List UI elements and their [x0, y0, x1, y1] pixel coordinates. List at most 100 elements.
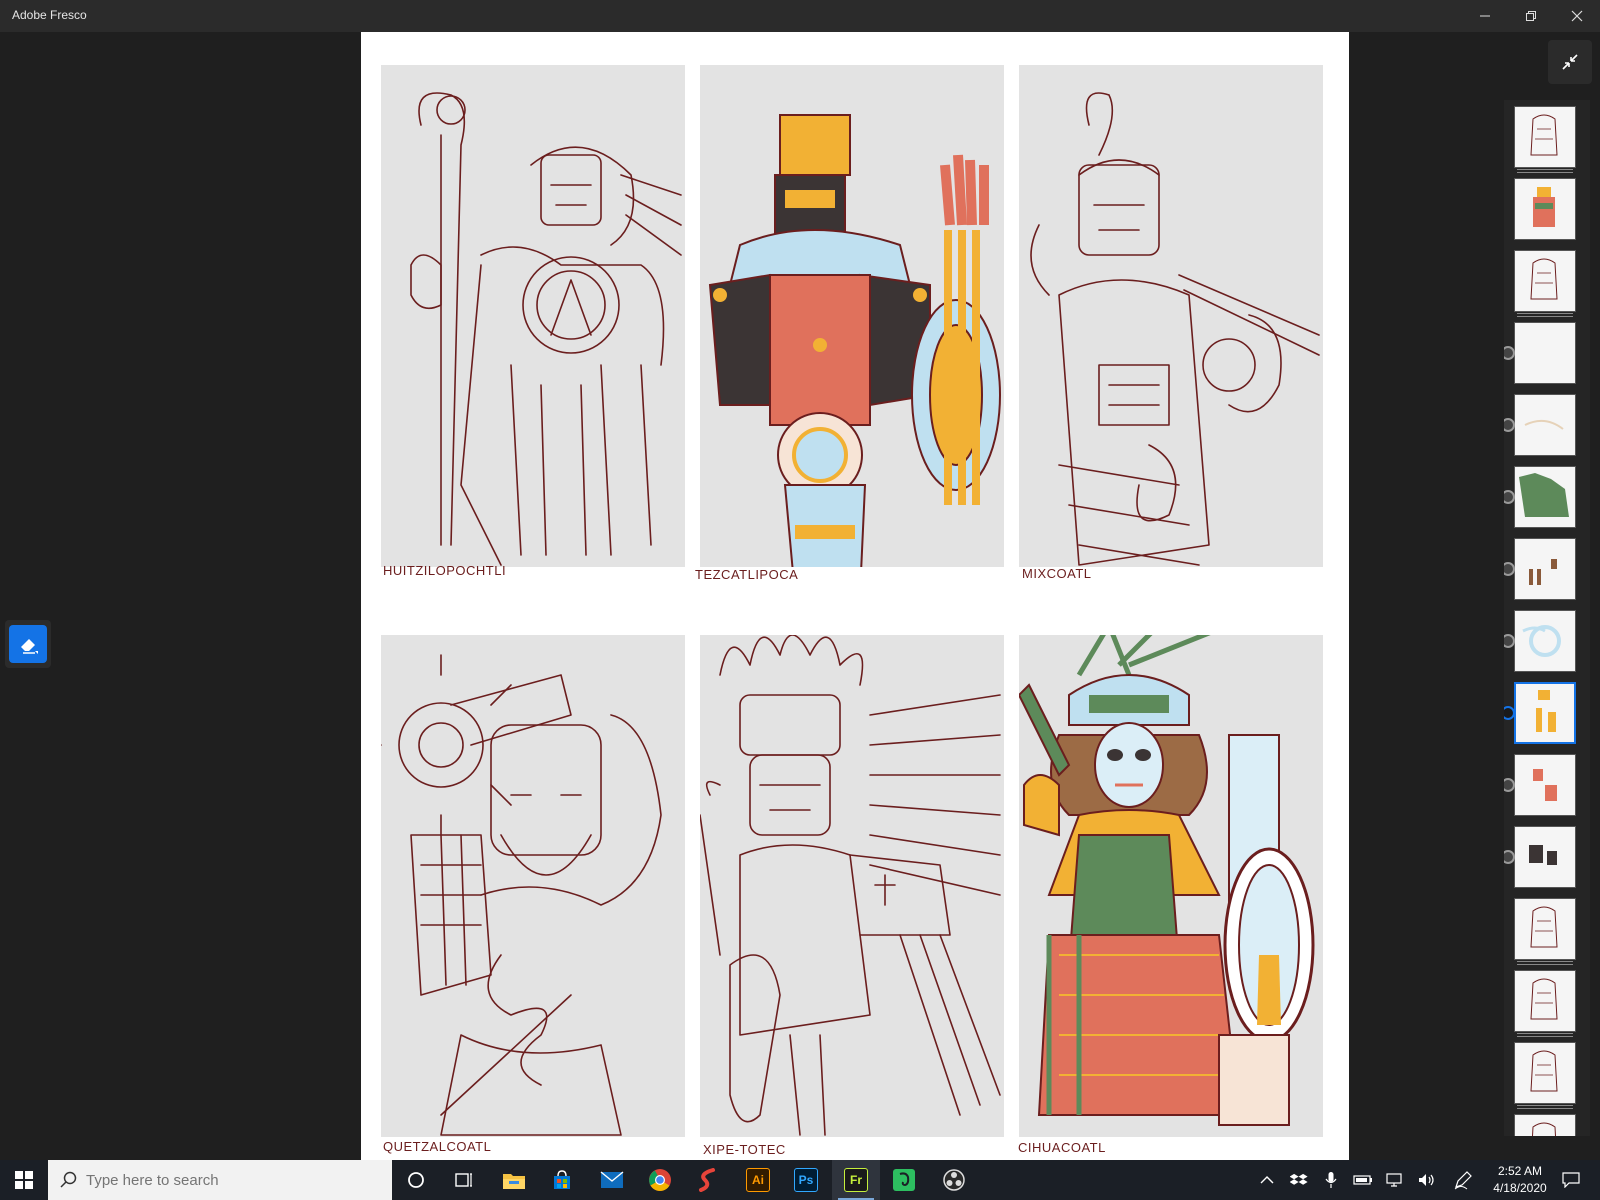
microphone-icon [1325, 1172, 1337, 1188]
store-taskbar[interactable] [538, 1160, 586, 1200]
layer-thumbnail[interactable] [1514, 754, 1576, 816]
xipe-totec-lineart [700, 635, 1001, 1136]
taskbar-clock[interactable]: 2:52 AM 4/18/2020 [1484, 1163, 1556, 1197]
start-button[interactable] [0, 1160, 48, 1200]
eraser-tool-button[interactable] [5, 620, 51, 668]
illustrator-taskbar[interactable]: Ai [734, 1160, 782, 1200]
evernote-icon [893, 1169, 915, 1191]
pen-workspace-tray[interactable] [1448, 1160, 1478, 1200]
layer-thumbnail[interactable] [1514, 970, 1576, 1037]
search-input[interactable] [86, 1171, 366, 1189]
app-s-taskbar[interactable] [684, 1160, 732, 1200]
artwork-panel-xipe-totec [700, 635, 1004, 1137]
drawing-canvas[interactable]: HUITZILOPOCHTLI TEZCATLIPOCA MIXCOATL QU… [361, 32, 1349, 1160]
clock-date: 4/18/2020 [1493, 1181, 1547, 1195]
collapse-arrows-icon [1562, 54, 1578, 70]
layer-group-indicator [1517, 961, 1573, 962]
illustrator-icon: Ai [746, 1168, 770, 1192]
eraser-icon [21, 639, 38, 654]
layer-thumbnail[interactable] [1514, 106, 1576, 173]
taskbar: Ai Ps Fr 2:52 AM 4/18/2020 [0, 1160, 1600, 1200]
restore-icon [1526, 11, 1536, 21]
layer-group-indicator [1517, 1108, 1573, 1109]
layer-thumbnail[interactable] [1514, 826, 1576, 888]
layer-thumbnail[interactable] [1514, 610, 1576, 672]
mail-taskbar[interactable] [588, 1160, 636, 1200]
close-window-button[interactable] [1554, 0, 1600, 32]
layer-preview [1529, 559, 1557, 585]
task-view-icon [455, 1173, 472, 1187]
layer-preview [1529, 845, 1557, 865]
layer-preview [1533, 187, 1555, 227]
evernote-taskbar[interactable] [880, 1160, 928, 1200]
file-explorer-taskbar[interactable] [490, 1160, 538, 1200]
layer-thumbnail[interactable] [1514, 898, 1576, 965]
artwork-panel-quetzalcoatl [381, 635, 685, 1137]
layer-thumbnail[interactable] [1514, 394, 1576, 456]
action-center-button[interactable] [1556, 1160, 1586, 1200]
panel-label-mixcoatl: MIXCOATL [1022, 566, 1092, 581]
dropbox-tray[interactable] [1284, 1160, 1314, 1200]
panel-label-quetzalcoatl: QUETZALCOATL [383, 1139, 492, 1154]
layer-preview [1519, 473, 1569, 517]
layer-preview [1536, 690, 1556, 732]
panel-label-huitzilopochtli: HUITZILOPOCHTLI [383, 563, 507, 578]
layer-thumbnail[interactable] [1514, 178, 1576, 240]
layer-group-indicator [1517, 172, 1573, 173]
layer-preview [1530, 1050, 1558, 1092]
tezcatlipoca-colored-art [708, 114, 1001, 567]
layer-preview [1524, 419, 1564, 430]
layer-preview [1531, 1122, 1557, 1136]
layer-thumbnail[interactable] [1514, 682, 1576, 744]
store-icon [554, 1170, 570, 1189]
layer-thumbnail[interactable] [1514, 1042, 1576, 1109]
close-icon [1571, 10, 1583, 22]
layer-thumbnail[interactable] [1514, 1114, 1576, 1136]
artwork-panel-tezcatlipoca [700, 65, 1004, 567]
layer-group-indicator [1517, 1105, 1573, 1106]
panel-label-xipe-totec: XIPE-TOTEC [703, 1142, 786, 1157]
cihuacoatl-colored-art [1019, 635, 1315, 1126]
layer-thumbnail[interactable] [1514, 250, 1576, 317]
chrome-taskbar[interactable] [636, 1160, 684, 1200]
panel-label-tezcatlipoca: TEZCATLIPOCA [695, 567, 799, 582]
mixcoatl-lineart [1030, 92, 1320, 566]
photoshop-taskbar[interactable]: Ps [782, 1160, 830, 1200]
network-tray[interactable] [1380, 1160, 1410, 1200]
exit-fullscreen-button[interactable] [1548, 40, 1592, 84]
minimize-icon [1480, 15, 1490, 17]
layer-group-indicator [1517, 313, 1573, 314]
layer-group-indicator [1517, 316, 1573, 317]
clock-time: 2:52 AM [1497, 1164, 1543, 1178]
mail-icon [600, 1171, 624, 1188]
layer-thumbnail[interactable] [1514, 466, 1576, 528]
window-title: Adobe Fresco [12, 8, 87, 22]
layer-preview [1530, 978, 1558, 1020]
fresco-taskbar[interactable]: Fr [832, 1160, 880, 1200]
layer-thumbnail[interactable] [1514, 322, 1576, 384]
photoshop-icon: Ps [794, 1168, 818, 1192]
minimize-window-button[interactable] [1462, 0, 1508, 32]
layer-preview [1522, 625, 1561, 657]
fresco-icon: Fr [844, 1168, 868, 1192]
notification-icon [1562, 1172, 1580, 1188]
tray-overflow-button[interactable] [1252, 1160, 1282, 1200]
layer-group-indicator [1517, 964, 1573, 965]
quetzalcoatl-lineart [381, 654, 662, 1136]
cortana-circle-icon [408, 1172, 424, 1188]
battery-tray[interactable] [1348, 1160, 1378, 1200]
volume-tray[interactable] [1412, 1160, 1442, 1200]
obs-icon [943, 1169, 965, 1191]
layer-thumbnail[interactable] [1514, 538, 1576, 600]
panel-label-cihuacoatl: CIHUACOATL [1018, 1140, 1106, 1155]
layers-panel [1504, 100, 1590, 1136]
layer-preview [1515, 323, 1573, 381]
restore-window-button[interactable] [1508, 0, 1554, 32]
obs-taskbar[interactable] [930, 1160, 978, 1200]
task-view-button[interactable] [440, 1160, 488, 1200]
microphone-tray[interactable] [1316, 1160, 1346, 1200]
windows-logo-icon [15, 1171, 33, 1189]
cortana-button[interactable] [392, 1160, 440, 1200]
layer-preview [1530, 906, 1558, 948]
taskbar-search-box[interactable] [48, 1160, 392, 1200]
